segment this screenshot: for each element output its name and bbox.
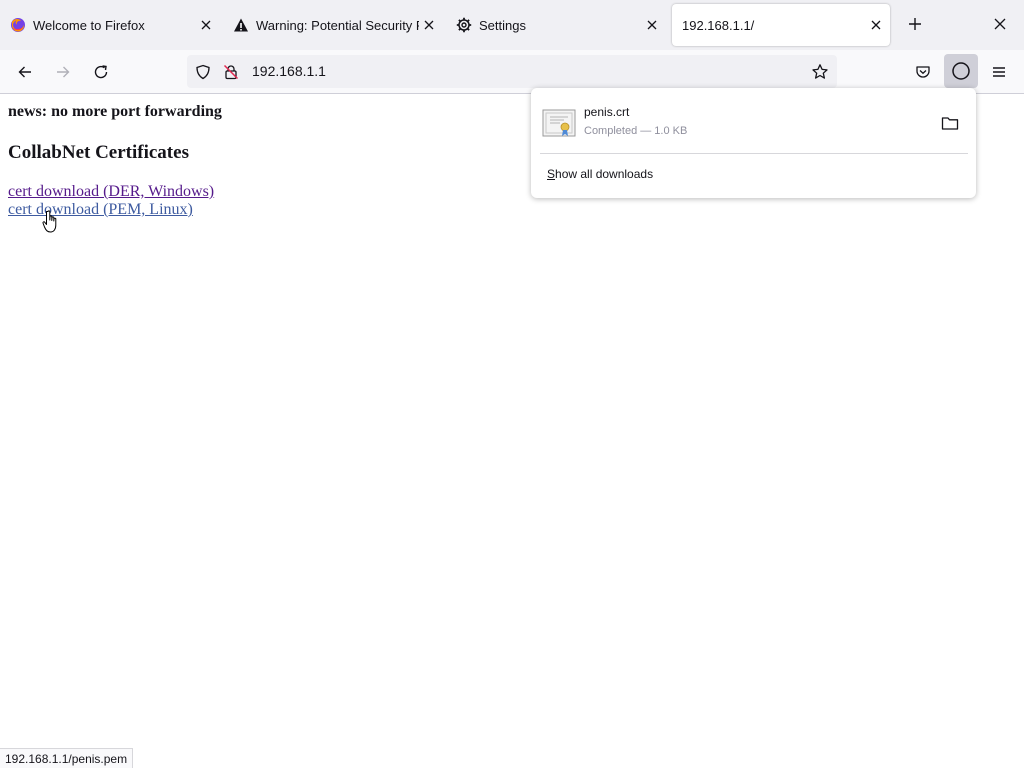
cert-download-pem-linux-link[interactable]: cert download (PEM, Linux) bbox=[8, 201, 193, 219]
tab-title: 192.168.1.1/ bbox=[682, 17, 755, 33]
firefox-icon bbox=[10, 17, 26, 33]
folder-icon bbox=[941, 117, 959, 130]
reload-icon bbox=[94, 65, 108, 79]
open-containing-folder-button[interactable] bbox=[939, 112, 961, 134]
show-all-downloads-button[interactable]: Show all downloads bbox=[547, 167, 653, 181]
close-icon[interactable] bbox=[642, 15, 662, 35]
cert-download-der-windows-link[interactable]: cert download (DER, Windows) bbox=[8, 183, 214, 201]
close-icon[interactable] bbox=[866, 15, 886, 35]
url-text: 192.168.1.1 bbox=[252, 63, 326, 79]
downloads-panel: penis.crt Completed — 1.0 KB Show all do… bbox=[531, 88, 976, 198]
pocket-icon bbox=[916, 66, 930, 78]
bookmark-star-icon[interactable] bbox=[811, 63, 829, 81]
tab-title: Welcome to Firefox bbox=[33, 17, 145, 33]
reload-button[interactable] bbox=[88, 59, 114, 85]
certificate-file-icon bbox=[542, 107, 576, 139]
hand-pointer-cursor-icon bbox=[42, 210, 62, 234]
downloads-button[interactable] bbox=[944, 54, 978, 88]
address-bar[interactable]: 192.168.1.1 bbox=[187, 55, 837, 88]
tab-settings[interactable]: Settings bbox=[446, 4, 666, 46]
tab-192-168-1-1[interactable]: 192.168.1.1/ bbox=[672, 4, 890, 46]
download-status: Completed — 1.0 KB bbox=[584, 125, 688, 137]
close-icon[interactable] bbox=[196, 15, 216, 35]
tab-welcome-to-firefox[interactable]: Welcome to Firefox bbox=[0, 4, 220, 46]
forward-button[interactable] bbox=[50, 59, 76, 85]
window-close-button[interactable] bbox=[990, 14, 1010, 34]
insecure-lock-icon[interactable] bbox=[222, 63, 240, 81]
pocket-button[interactable] bbox=[910, 59, 936, 85]
tab-title: Settings bbox=[479, 17, 526, 33]
download-item[interactable]: penis.crt Completed — 1.0 KB bbox=[539, 98, 967, 150]
new-tab-button[interactable] bbox=[905, 14, 925, 34]
tab-warning-potential-security-risk[interactable]: Warning: Potential Security Risk bbox=[223, 4, 443, 46]
panel-separator bbox=[540, 153, 968, 154]
gear-icon bbox=[456, 17, 472, 33]
downloads-progress-icon bbox=[952, 62, 970, 80]
tracking-protection-shield-icon[interactable] bbox=[194, 63, 212, 81]
app-menu-button[interactable] bbox=[986, 59, 1012, 85]
hamburger-menu-icon bbox=[993, 67, 1005, 77]
plus-icon bbox=[909, 18, 921, 30]
news-text: news: no more port forwarding bbox=[8, 103, 222, 120]
forward-arrow-icon bbox=[57, 66, 70, 78]
tab-title: Warning: Potential Security Risk bbox=[256, 17, 419, 33]
show-all-downloads-label: how all downloads bbox=[555, 167, 654, 181]
page-heading: CollabNet Certificates bbox=[8, 142, 189, 163]
close-icon[interactable] bbox=[419, 15, 439, 35]
back-arrow-icon bbox=[18, 66, 31, 78]
status-bar: 192.168.1.1/penis.pem bbox=[0, 748, 134, 768]
warning-icon bbox=[233, 17, 249, 33]
back-button[interactable] bbox=[12, 59, 38, 85]
tab-strip: Welcome to Firefox Warning: Potential Se… bbox=[0, 0, 1024, 50]
close-icon bbox=[994, 18, 1006, 30]
download-file-name: penis.crt bbox=[584, 105, 630, 119]
